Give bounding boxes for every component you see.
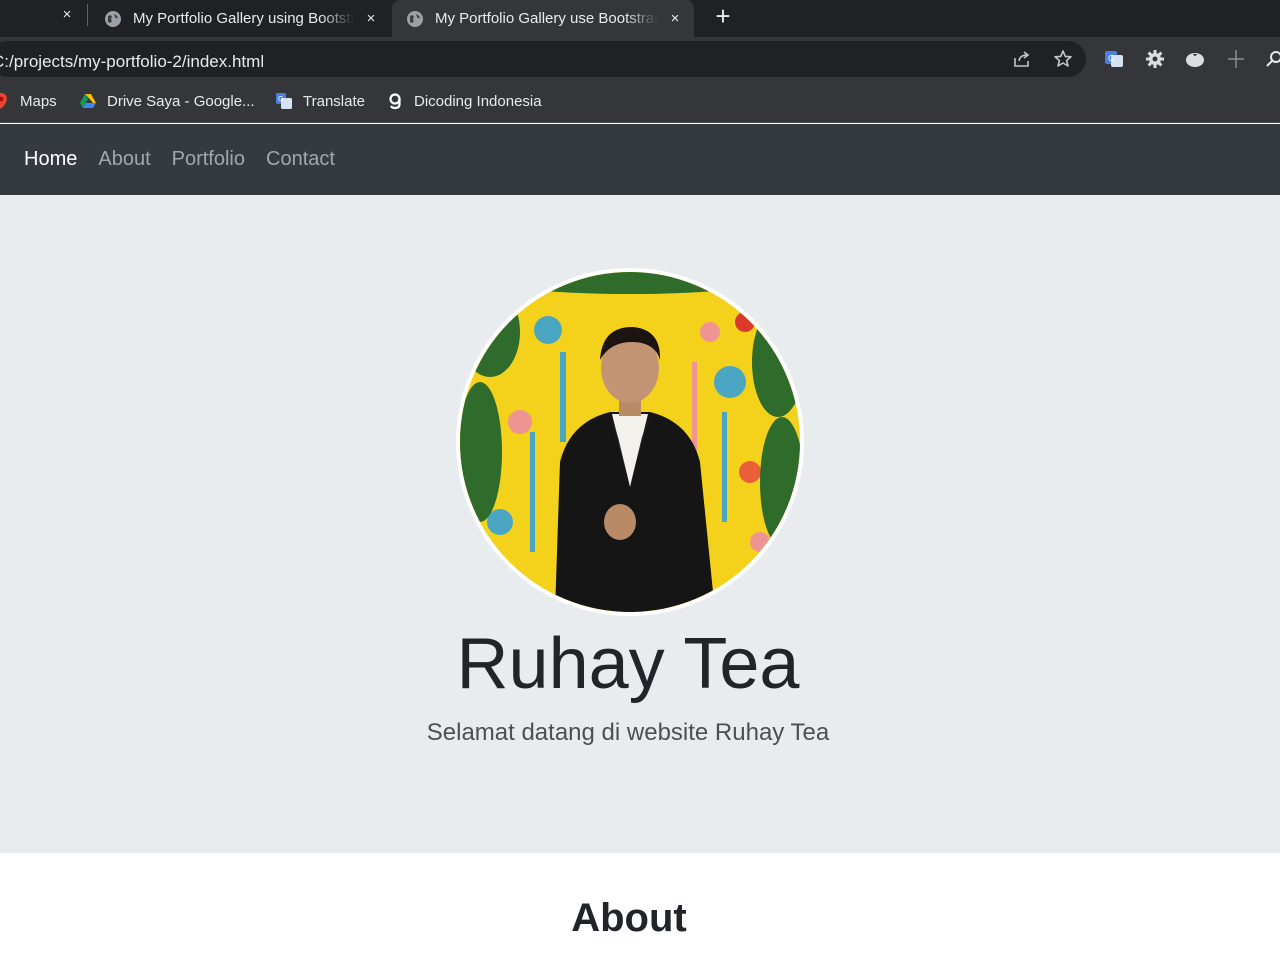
bookmark-label: Translate xyxy=(303,92,365,110)
split-icon[interactable] xyxy=(1225,48,1247,70)
site-navbar: Home About Portfolio Contact xyxy=(0,124,1280,195)
share-icon[interactable] xyxy=(1011,48,1033,70)
url-text[interactable]: C:/projects/my-portfolio-2/index.html xyxy=(0,52,264,72)
address-bar[interactable]: C:/projects/my-portfolio-2/index.html xyxy=(0,41,1086,77)
browser-tabstrip: × My Portfolio Gallery using Bootstrap ×… xyxy=(0,0,1280,37)
hero-lead: Selamat datang di website Ruhay Tea xyxy=(426,719,830,746)
tab-close-button[interactable]: × xyxy=(58,6,76,24)
bookmark-label: Dicoding Indonesia xyxy=(414,92,542,110)
nav-link-home[interactable]: Home xyxy=(24,148,77,171)
globe-icon xyxy=(407,10,423,27)
gear-extension-icon[interactable] xyxy=(1144,48,1166,70)
nav-link-about[interactable]: About xyxy=(98,148,150,171)
profile-photo-illustration xyxy=(460,272,800,612)
browser-tab-active[interactable]: My Portfolio Gallery use Bootstrap × xyxy=(392,0,694,37)
new-tab-button[interactable]: + xyxy=(708,2,738,32)
tab-title: My Portfolio Gallery use Bootstrap xyxy=(435,10,658,27)
browser-tab[interactable]: My Portfolio Gallery using Bootstrap × xyxy=(90,0,390,37)
maps-icon xyxy=(0,93,7,109)
tab-separator xyxy=(87,4,88,26)
google-drive-icon xyxy=(80,94,96,108)
bookmark-drive[interactable]: Drive Saya - Google... xyxy=(79,90,255,112)
translate-extension-icon[interactable]: G xyxy=(1103,48,1125,70)
about-heading: About xyxy=(571,896,687,940)
star-icon[interactable] xyxy=(1052,48,1074,70)
dicoding-icon xyxy=(389,93,401,110)
profile-photo xyxy=(456,268,804,616)
extension-icon[interactable] xyxy=(1184,48,1206,70)
bookmarks-bar: Maps Drive Saya - Google... G Translate … xyxy=(0,82,1280,123)
globe-icon xyxy=(105,10,121,27)
tab-close-button[interactable]: × xyxy=(666,10,684,28)
hero-title: Ruhay Tea xyxy=(456,624,800,704)
nav-link-contact[interactable]: Contact xyxy=(266,148,335,171)
bookmark-maps[interactable]: Maps xyxy=(0,90,57,112)
bookmark-translate[interactable]: G Translate xyxy=(275,90,365,112)
tab-title: My Portfolio Gallery using Bootstrap xyxy=(133,10,354,27)
tab-close-button[interactable]: × xyxy=(362,10,380,28)
bookmark-label: Drive Saya - Google... xyxy=(107,92,255,110)
bookmark-dicoding[interactable]: Dicoding Indonesia xyxy=(386,90,542,112)
browser-toolbar: C:/projects/my-portfolio-2/index.html G xyxy=(0,37,1280,82)
svg-text:G: G xyxy=(1108,54,1114,63)
nav-link-portfolio[interactable]: Portfolio xyxy=(172,148,245,171)
svg-text:G: G xyxy=(278,95,283,103)
translate-icon: G xyxy=(276,93,292,109)
bookmark-label: Maps xyxy=(20,92,57,110)
search-icon[interactable] xyxy=(1264,48,1280,70)
